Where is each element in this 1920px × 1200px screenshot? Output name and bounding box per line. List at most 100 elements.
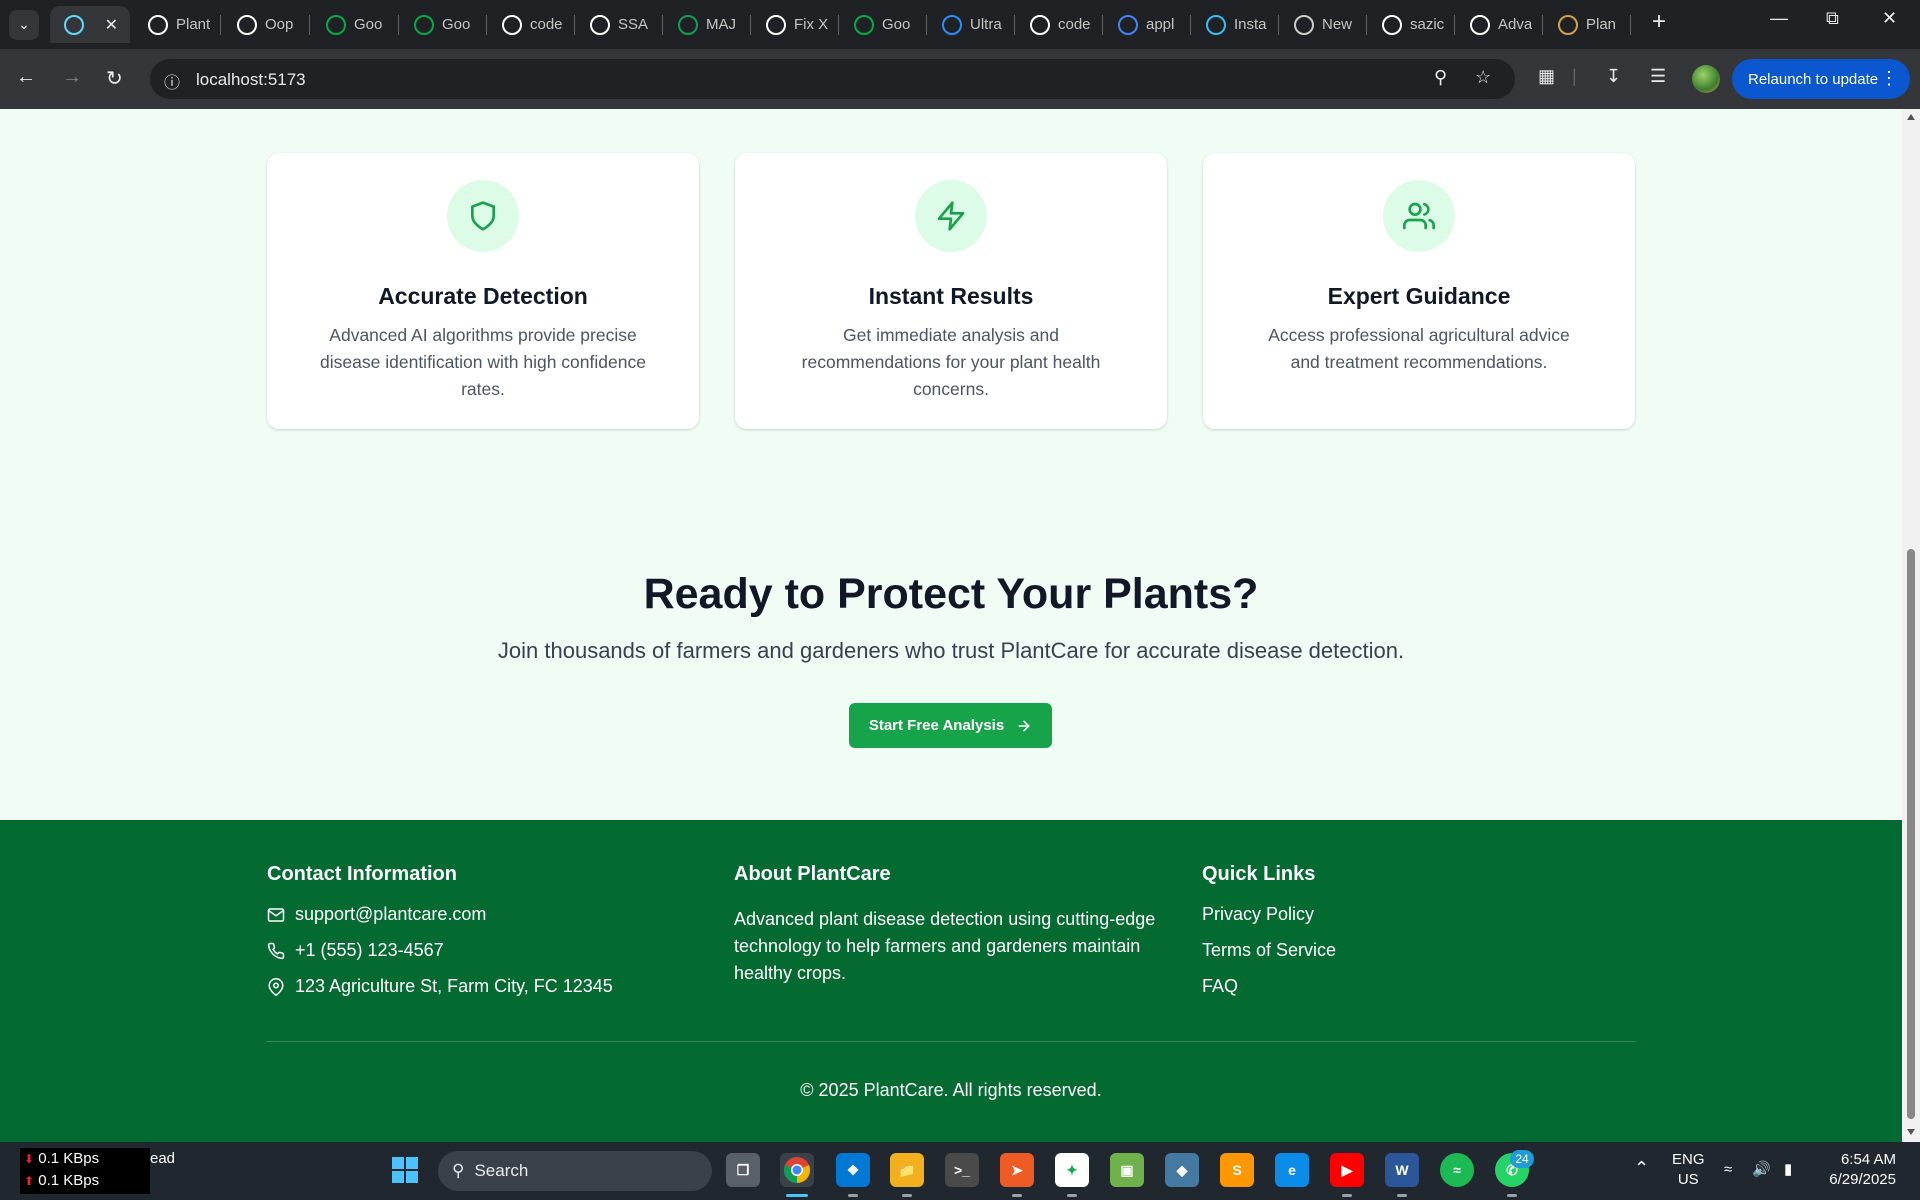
browser-tab[interactable]: Insta	[1192, 6, 1276, 43]
browser-tab[interactable]: Adva	[1456, 6, 1540, 43]
github-icon	[1382, 14, 1402, 35]
edge-icon[interactable]: e	[1275, 1153, 1309, 1187]
chatgpt-icon	[148, 14, 168, 35]
forward-button[interactable]: →	[62, 66, 82, 89]
close-window-button[interactable]: ✕	[1882, 8, 1897, 29]
word-icon[interactable]: W	[1385, 1153, 1419, 1187]
link-faq[interactable]: FAQ	[1202, 976, 1238, 997]
close-tab-icon[interactable]: ✕	[105, 15, 118, 35]
feature-title: Instant Results	[868, 283, 1034, 309]
address-bar[interactable]: ⓘ localhost:5173 ⚲ ☆	[150, 59, 1515, 99]
windows-start-icon[interactable]	[388, 1153, 422, 1187]
extensions-icon[interactable]: ▦	[1538, 66, 1555, 87]
relaunch-button[interactable]: Relaunch to update ⋮	[1732, 59, 1910, 99]
cta-button-label: Start Free Analysis	[868, 717, 1005, 734]
scroll-down-arrow[interactable]	[1907, 1129, 1915, 1135]
download-icon[interactable]: ↧	[1606, 66, 1621, 87]
tab-search-button[interactable]: ⌄	[9, 9, 39, 40]
clock-time: 6:54 AM	[1840, 1151, 1896, 1168]
contact-address-text: 123 Agriculture St, Farm City, FC 12345	[295, 976, 613, 996]
map-pin-icon	[268, 977, 284, 996]
contact-phone[interactable]: +1 (555) 123-4567	[267, 940, 444, 961]
task-view-icon[interactable]: ❐	[726, 1153, 760, 1187]
site-info-icon[interactable]: ⓘ	[164, 69, 180, 93]
photos-icon[interactable]: ▣	[1110, 1153, 1144, 1187]
taskbar-search-label: Search	[474, 1161, 529, 1180]
browser-tab[interactable]: New	[1280, 6, 1364, 43]
media-control-icon[interactable]: ☰	[1650, 66, 1666, 87]
browser-tab[interactable]: ✕	[50, 6, 130, 43]
tab-title: Plan	[1586, 16, 1617, 33]
link-privacy-policy[interactable]: Privacy Policy	[1202, 904, 1314, 925]
contact-email[interactable]: support@plantcare.com	[267, 904, 486, 925]
back-button[interactable]: ←	[16, 66, 36, 89]
profile-avatar[interactable]	[1692, 65, 1720, 93]
browser-tab[interactable]: appl	[1104, 6, 1188, 43]
file-explorer-icon[interactable]: 📁	[890, 1153, 924, 1187]
feature-card-accurate-detection: Accurate Detection Advanced AI algorithm…	[267, 153, 699, 429]
wifi-icon[interactable]: ≈	[1724, 1160, 1732, 1180]
browser-tab[interactable]: code	[488, 6, 572, 43]
page-scrollbar[interactable]	[1902, 109, 1920, 1142]
google-sheets-icon	[678, 14, 698, 35]
new-tab-button[interactable]: +	[1652, 8, 1666, 36]
browser-tab[interactable]: Plant	[134, 6, 218, 43]
link-terms-of-service[interactable]: Terms of Service	[1202, 940, 1336, 961]
tab-separator	[220, 15, 221, 35]
browser-tab[interactable]: Fix X	[752, 6, 836, 43]
terminal-icon[interactable]: >_	[945, 1153, 979, 1187]
tab-title: Adva	[1498, 16, 1532, 33]
browser-tab[interactable]: sazic	[1368, 6, 1452, 43]
clock[interactable]: 6:54 AM 6/29/2025	[1822, 1150, 1896, 1190]
restore-button[interactable]: ⧉	[1826, 8, 1839, 29]
browser-tab[interactable]: Oop	[223, 6, 307, 43]
more-menu-icon[interactable]: ⋮	[1880, 68, 1898, 89]
taskbar-search[interactable]: ⚲ Search	[438, 1151, 712, 1191]
start-free-analysis-button[interactable]: Start Free Analysis	[849, 703, 1052, 748]
scrollbar-thumb[interactable]	[1907, 549, 1915, 1119]
lang-bottom: US	[1677, 1171, 1699, 1188]
spotify-icon[interactable]: ≈	[1440, 1153, 1474, 1187]
github-icon	[1470, 14, 1490, 35]
net-up: 0.1 KBps	[38, 1172, 100, 1189]
tab-title: New	[1322, 16, 1353, 33]
about-text: Advanced plant disease detection using c…	[734, 909, 1156, 983]
explorer-running-indicator	[902, 1194, 912, 1197]
about-title: About PlantCare	[734, 863, 891, 885]
battery-icon[interactable]: ▮	[1784, 1160, 1792, 1180]
browser-tab[interactable]: Ultra	[928, 6, 1012, 43]
browser-tab[interactable]: Plan	[1544, 6, 1628, 43]
chrome-taskbar-icon[interactable]	[780, 1153, 814, 1187]
tab-title: Goo	[442, 16, 471, 33]
minimize-button[interactable]: —	[1770, 8, 1788, 29]
net-down: 0.1 KBps	[38, 1150, 100, 1167]
browser-tab[interactable]: MAJ	[664, 6, 748, 43]
browser-tab[interactable]: Goo	[312, 6, 396, 43]
chrome-icon	[1294, 14, 1314, 35]
tab-title: SSA	[618, 16, 649, 33]
youtube-icon[interactable]: ▶	[1330, 1153, 1364, 1187]
zoom-icon[interactable]: ⚲	[1434, 67, 1447, 88]
scroll-up-arrow[interactable]	[1907, 114, 1915, 120]
postman-icon[interactable]: ➤	[1000, 1153, 1034, 1187]
browser-tab[interactable]: Goo	[840, 6, 924, 43]
mongodb-icon[interactable]: ✦	[1055, 1153, 1089, 1187]
feature-description: Advanced AI algorithms provide precise d…	[320, 325, 646, 399]
browser-tab[interactable]: SSA	[576, 6, 660, 43]
browser-tab[interactable]: Goo	[400, 6, 484, 43]
lang-top: ENG	[1672, 1151, 1705, 1168]
vscode-icon[interactable]: ❖	[836, 1153, 870, 1187]
reload-button[interactable]: ↻	[106, 66, 123, 91]
tray-overflow-icon[interactable]: ⌃	[1634, 1158, 1649, 1178]
tab-title: appl	[1146, 16, 1175, 33]
tab-separator	[750, 15, 751, 35]
volume-icon[interactable]: 🔊	[1752, 1160, 1771, 1180]
url-text[interactable]: localhost:5173	[196, 70, 306, 90]
bookmark-star-icon[interactable]: ☆	[1475, 67, 1491, 88]
mysql-workbench-icon[interactable]: ◆	[1165, 1153, 1199, 1187]
chrome-active-indicator	[786, 1194, 808, 1197]
sublime-text-icon[interactable]: S	[1220, 1153, 1254, 1187]
language-indicator[interactable]: ENG US	[1672, 1150, 1705, 1190]
browser-tab[interactable]: code	[1016, 6, 1100, 43]
quick-links-title: Quick Links	[1202, 863, 1316, 885]
